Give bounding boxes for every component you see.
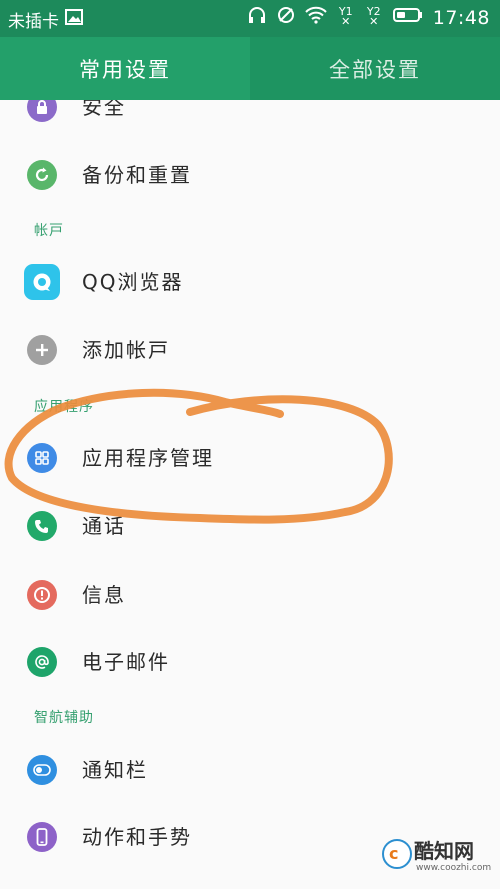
sim1-indicator: Y1 ✕	[337, 6, 355, 29]
phone-device-icon	[27, 822, 57, 852]
watermark-logo-letter: c	[389, 844, 399, 863]
settings-tabs: 常用设置 全部设置	[0, 37, 500, 100]
at-icon	[27, 647, 57, 677]
item-label: 备份和重置	[82, 163, 192, 187]
item-label: 应用程序管理	[82, 446, 214, 470]
settings-list: 安全 备份和重置 帐戸 QQ浏览器 添加帐戸 应用程序 应用程序管理 通话 信息…	[0, 100, 500, 889]
watermark-url: www.coozhi.com	[416, 863, 492, 873]
headphones-icon	[247, 6, 267, 29]
tab-common-settings[interactable]: 常用设置	[0, 37, 250, 100]
plus-icon	[27, 335, 57, 365]
item-label: 通知栏	[82, 758, 148, 782]
list-item-qq-browser[interactable]: QQ浏览器	[0, 252, 500, 312]
sim1-x: ✕	[341, 14, 351, 28]
list-item-notification-bar[interactable]: 通知栏	[0, 740, 500, 800]
section-header-apps: 应用程序	[34, 399, 94, 415]
refresh-icon	[27, 160, 57, 190]
status-bar: 未插卡 Y1 ✕ Y2 ✕ 17:48	[0, 0, 500, 37]
phone-icon	[27, 511, 57, 541]
qq-browser-icon	[24, 264, 60, 300]
list-item-calls[interactable]: 通话	[0, 496, 500, 556]
image-icon	[65, 9, 83, 30]
clock: 17:48	[432, 6, 490, 29]
wifi-icon	[305, 6, 327, 29]
sim2-indicator: Y2 ✕	[365, 6, 383, 29]
status-left: 未插卡	[8, 7, 83, 32]
tab-all-settings[interactable]: 全部设置	[250, 37, 500, 100]
list-item-backup-reset[interactable]: 备份和重置	[0, 145, 500, 205]
grid-icon	[27, 443, 57, 473]
watermark: c 酷知网 www.coozhi.com	[382, 835, 492, 885]
item-label: 通话	[82, 514, 126, 538]
watermark-logo-icon: c	[382, 839, 412, 869]
list-item-app-management[interactable]: 应用程序管理	[0, 428, 500, 488]
toggle-icon	[27, 755, 57, 785]
alert-icon	[27, 580, 57, 610]
watermark-title: 酷知网	[414, 839, 474, 863]
item-label: QQ浏览器	[82, 270, 184, 294]
item-label: 安全	[82, 100, 126, 119]
item-label: 动作和手势	[82, 825, 192, 849]
lock-icon	[27, 100, 57, 122]
item-label: 信息	[82, 583, 126, 607]
mute-icon	[277, 6, 295, 29]
carrier-text: 未插卡	[8, 12, 59, 32]
section-header-accounts: 帐戸	[34, 223, 64, 239]
item-label: 电子邮件	[82, 650, 170, 674]
section-header-smart-assist: 智航辅助	[34, 710, 94, 726]
battery-icon	[392, 7, 423, 28]
list-item-security[interactable]: 安全	[0, 100, 500, 137]
list-item-add-account[interactable]: 添加帐戸	[0, 320, 500, 380]
list-item-email[interactable]: 电子邮件	[0, 632, 500, 692]
status-right: Y1 ✕ Y2 ✕ 17:48	[247, 6, 490, 29]
item-label: 添加帐戸	[82, 338, 170, 362]
sim2-x: ✕	[369, 14, 379, 28]
list-item-messages[interactable]: 信息	[0, 565, 500, 625]
